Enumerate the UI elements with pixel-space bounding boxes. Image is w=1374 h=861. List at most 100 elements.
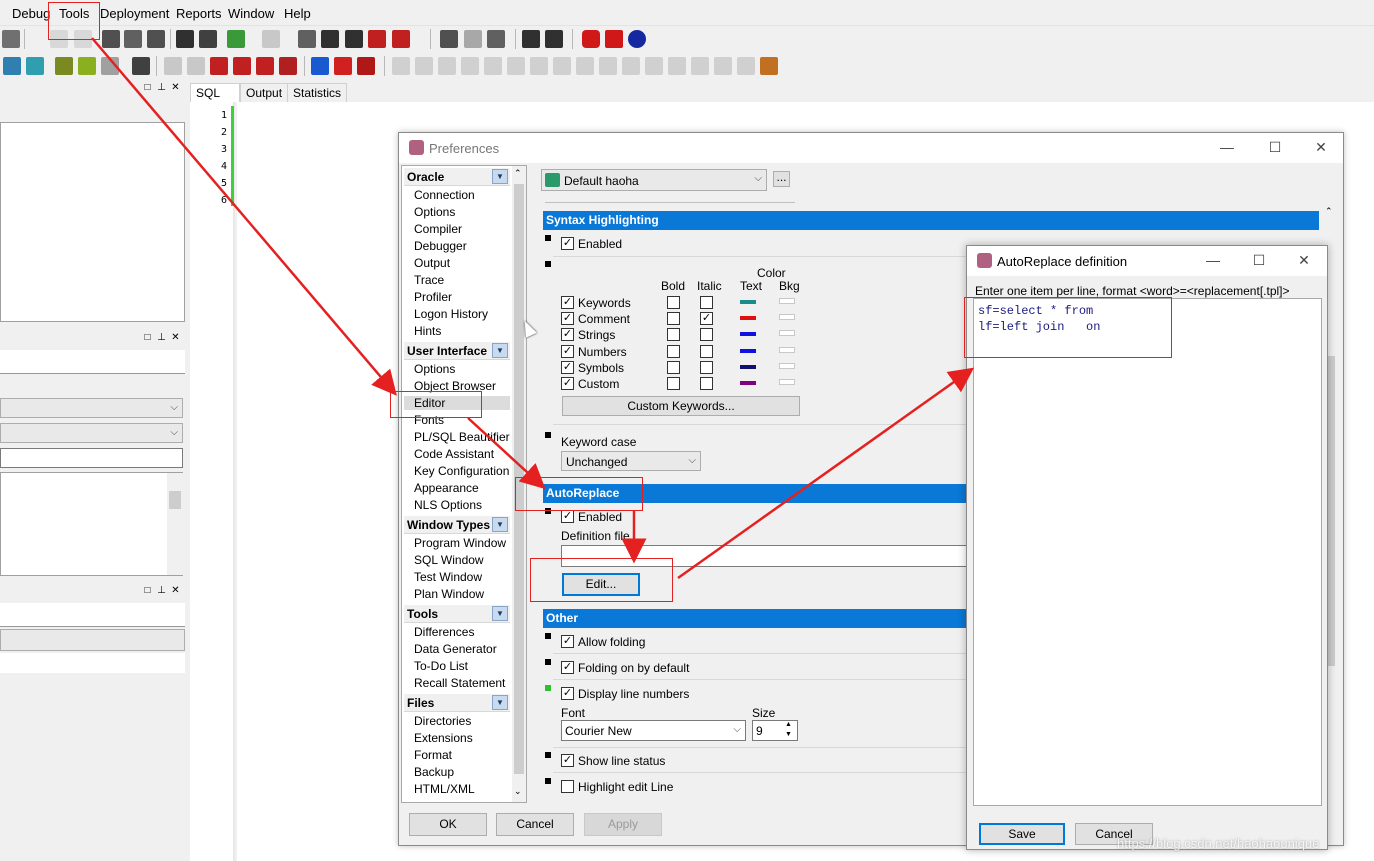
debug-tool-14-icon[interactable] xyxy=(691,57,709,75)
nav-item[interactable]: Connection xyxy=(414,188,475,202)
syntax-row-checkbox[interactable]: ✓ xyxy=(561,296,574,309)
nav-item[interactable]: Output xyxy=(414,256,450,270)
explain-plan-icon[interactable] xyxy=(440,30,458,48)
indent-icon[interactable] xyxy=(321,30,339,48)
spin-up-icon[interactable]: ▲ xyxy=(785,721,792,728)
bkg-color-swatch[interactable] xyxy=(779,314,795,321)
type-select[interactable]: ⌵ xyxy=(0,423,183,443)
debug-tool-1-icon[interactable] xyxy=(392,57,410,75)
step-out-icon[interactable] xyxy=(279,57,297,75)
find-icon[interactable] xyxy=(176,30,194,48)
chevron-up-icon[interactable]: ⌃ xyxy=(514,168,522,179)
arrow-right-red-icon[interactable] xyxy=(334,57,352,75)
eraser-icon[interactable] xyxy=(187,57,205,75)
checklist-icon[interactable] xyxy=(78,57,96,75)
report-icon[interactable] xyxy=(101,57,119,75)
filter-input[interactable] xyxy=(0,350,185,374)
size-spinner[interactable]: 9 ▲ ▼ xyxy=(752,720,798,741)
nav-item[interactable]: Differences xyxy=(414,625,474,639)
run-icon[interactable] xyxy=(210,57,228,75)
cut-icon[interactable] xyxy=(102,30,120,48)
owner-select[interactable]: ⌵ xyxy=(0,398,183,418)
collapse-icon[interactable]: ▼ xyxy=(492,169,508,184)
bold-checkbox[interactable] xyxy=(667,360,680,374)
nav-item[interactable]: Options xyxy=(414,362,455,376)
nav-header-oracle[interactable]: Oracle ▼ xyxy=(404,168,510,186)
text-color-swatch[interactable] xyxy=(740,364,756,369)
pin-icon[interactable]: ⊥ xyxy=(157,333,166,343)
window-list-input[interactable] xyxy=(0,603,185,627)
debug-tool-10-icon[interactable] xyxy=(599,57,617,75)
debug-tool-7-icon[interactable] xyxy=(530,57,548,75)
bold-checkbox[interactable] xyxy=(667,344,680,358)
load-icon[interactable] xyxy=(227,30,245,48)
pin-icon[interactable]: ⊥ xyxy=(157,83,166,93)
text-color-swatch[interactable] xyxy=(740,332,756,337)
comment-icon[interactable] xyxy=(368,30,386,48)
close-icon[interactable]: ✕ xyxy=(1294,252,1314,269)
wrench-icon[interactable] xyxy=(132,57,150,75)
minimize-icon[interactable]: — xyxy=(1203,252,1223,268)
print-icon[interactable] xyxy=(2,30,20,48)
nav-header-tools[interactable]: Tools ▼ xyxy=(404,605,510,623)
bkg-color-swatch[interactable] xyxy=(779,298,795,304)
unindent-icon[interactable] xyxy=(345,30,363,48)
preferences-titlebar[interactable]: Preferences — ☐ ✕ xyxy=(399,133,1343,163)
menu-reports[interactable]: Reports xyxy=(176,6,222,21)
syntax-row-checkbox[interactable]: ✓ xyxy=(561,360,574,374)
connect-icon[interactable] xyxy=(26,57,44,75)
nav-item[interactable]: Debugger xyxy=(414,239,467,253)
display-line-numbers-checkbox[interactable]: ✓ xyxy=(561,687,574,700)
nav-item[interactable]: HTML/XML xyxy=(414,782,475,796)
nav-header-files[interactable]: Files ▼ xyxy=(404,694,510,712)
database-icon[interactable] xyxy=(3,57,21,75)
autoreplace-titlebar[interactable]: AutoReplace definition — ☐ ✕ xyxy=(967,246,1327,276)
nav-item[interactable]: Profiler xyxy=(414,290,452,304)
minimize-icon[interactable]: — xyxy=(1217,139,1237,155)
tab-statistics[interactable]: Statistics xyxy=(287,83,348,102)
nav-item[interactable]: To-Do List xyxy=(414,659,468,673)
bkg-color-swatch[interactable] xyxy=(779,379,795,385)
text-color-swatch[interactable] xyxy=(740,348,756,353)
restore-icon[interactable]: □ xyxy=(143,83,152,93)
search-input[interactable] xyxy=(0,448,183,468)
step-over-icon[interactable] xyxy=(256,57,274,75)
nav-item[interactable]: Compiler xyxy=(414,222,462,236)
oracle-icon[interactable] xyxy=(582,30,600,48)
spin-down-icon[interactable]: ▼ xyxy=(785,731,792,738)
query-builder-icon[interactable] xyxy=(464,30,482,48)
debug-tool-6-icon[interactable] xyxy=(507,57,525,75)
debug-tool-8-icon[interactable] xyxy=(553,57,571,75)
maximize-icon[interactable]: ☐ xyxy=(1265,139,1285,156)
nav-item[interactable]: NLS Options xyxy=(414,498,482,512)
nav-item[interactable]: Test Window xyxy=(414,570,482,584)
object-list[interactable] xyxy=(0,472,183,576)
find-next-icon[interactable] xyxy=(199,30,217,48)
tab-sql[interactable]: SQL xyxy=(190,83,240,102)
document-icon[interactable] xyxy=(298,30,316,48)
window-list-icon[interactable] xyxy=(522,30,540,48)
show-line-status-checkbox[interactable]: ✓ xyxy=(561,754,574,767)
highlight-edit-line-checkbox[interactable] xyxy=(561,780,574,793)
paste-icon[interactable] xyxy=(147,30,165,48)
autoreplace-enabled-checkbox[interactable]: ✓ xyxy=(561,510,574,523)
tile-windows-icon[interactable] xyxy=(545,30,563,48)
scroll-thumb[interactable] xyxy=(169,491,181,509)
debug-tool-15-icon[interactable] xyxy=(714,57,732,75)
collapse-icon[interactable]: ▼ xyxy=(492,695,508,710)
menu-debug[interactable]: Debug xyxy=(12,6,50,21)
nav-item[interactable]: SQL Window xyxy=(414,553,484,567)
nav-item[interactable]: Logon History xyxy=(414,307,488,321)
debug-tool-3-icon[interactable] xyxy=(438,57,456,75)
debug-tool-12-icon[interactable] xyxy=(645,57,663,75)
bold-checkbox[interactable] xyxy=(667,328,680,342)
debug-tool-16-icon[interactable] xyxy=(737,57,755,75)
nav-item[interactable]: Trace xyxy=(414,273,444,287)
scrollbar[interactable] xyxy=(167,473,183,575)
close-icon[interactable]: ✕ xyxy=(171,333,180,343)
arrow-right-blue-icon[interactable] xyxy=(311,57,329,75)
collapse-icon[interactable]: ▼ xyxy=(492,517,508,532)
window-list-area[interactable] xyxy=(0,653,185,673)
italic-checkbox[interactable] xyxy=(700,344,713,358)
debug-tool-4-icon[interactable] xyxy=(461,57,479,75)
